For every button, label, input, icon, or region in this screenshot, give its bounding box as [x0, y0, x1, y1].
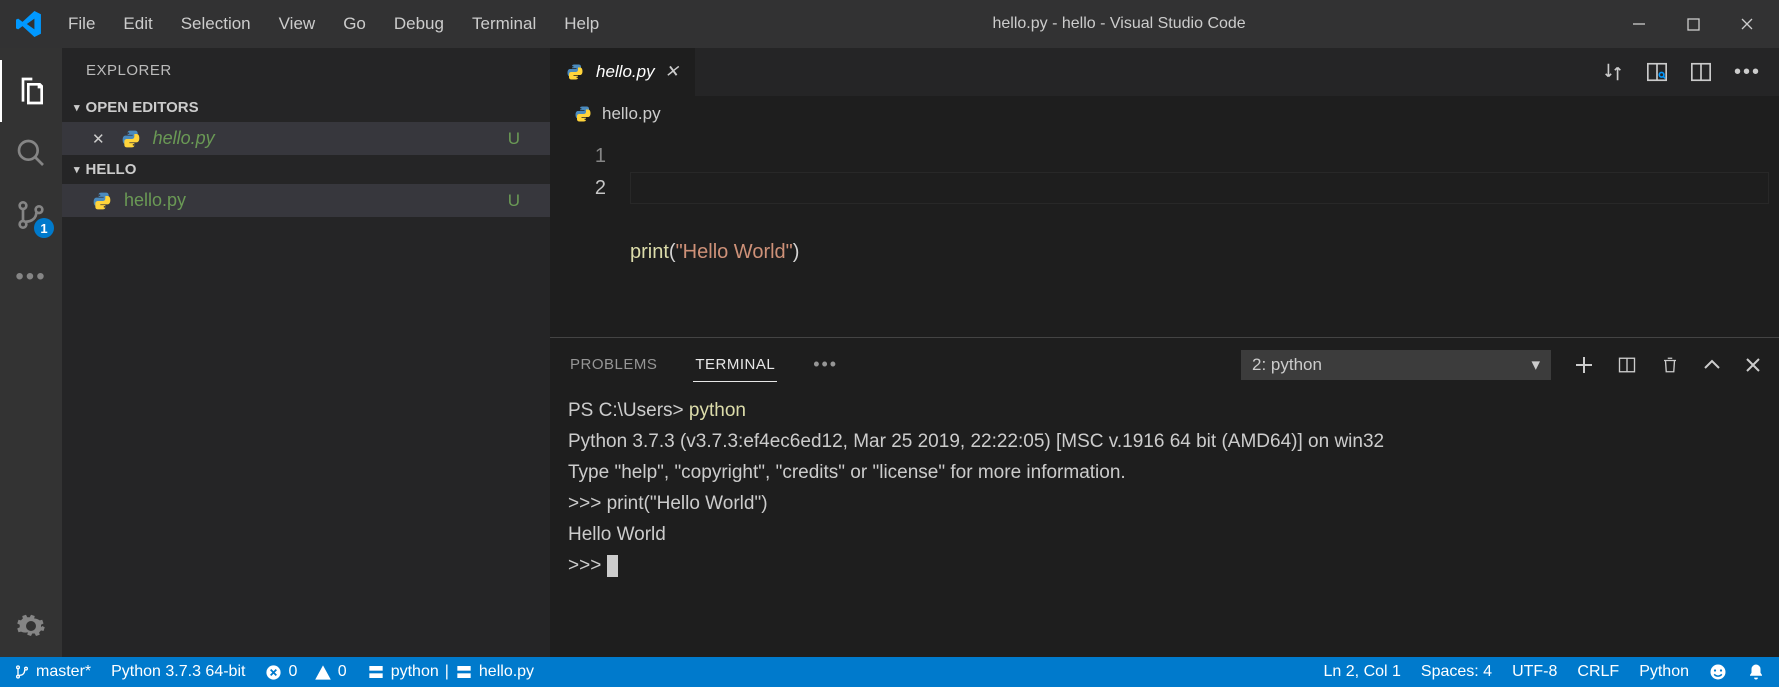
menu-debug[interactable]: Debug	[380, 4, 458, 44]
window-controls	[1625, 10, 1761, 38]
open-editor-name: hello.py	[153, 128, 498, 149]
new-terminal-button[interactable]	[1575, 356, 1593, 374]
section-label: HELLO	[86, 161, 137, 178]
status-branch[interactable]: master*	[14, 663, 91, 681]
smiley-icon	[1709, 663, 1727, 681]
scm-badge: 1	[34, 218, 54, 238]
status-python-env[interactable]: python | hello.py	[367, 663, 534, 681]
bottom-panel: PROBLEMS TERMINAL ••• 2: python PS C:\Us…	[550, 337, 1779, 657]
file-item[interactable]: hello.py U	[62, 184, 550, 217]
split-terminal-button[interactable]	[1617, 356, 1637, 374]
tab-close-button[interactable]: ✕	[665, 62, 679, 82]
split-editor-icon[interactable]	[1690, 61, 1712, 83]
panel-tab-terminal[interactable]: TERMINAL	[693, 348, 777, 382]
close-window-button[interactable]	[1733, 10, 1761, 38]
status-bar: master* Python 3.7.3 64-bit 0 0 python |…	[0, 657, 1779, 687]
python-file-icon	[574, 105, 592, 123]
compare-changes-icon[interactable]	[1602, 61, 1624, 83]
menu-help[interactable]: Help	[550, 4, 613, 44]
sidebar: EXPLORER ▾ OPEN EDITORS ✕ hello.py U ▾ H…	[62, 48, 550, 657]
python-file-icon	[566, 63, 584, 81]
status-problems[interactable]: 0 0	[265, 663, 346, 681]
terminal-content[interactable]: PS C:\Users> python Python 3.7.3 (v3.7.3…	[550, 383, 1779, 657]
section-open-editors[interactable]: ▾ OPEN EDITORS	[62, 93, 550, 122]
more-actions-icon[interactable]: •••	[1734, 61, 1761, 84]
menu-edit[interactable]: Edit	[109, 4, 166, 44]
maximize-button[interactable]	[1679, 10, 1707, 38]
files-icon	[15, 75, 47, 107]
status-notifications[interactable]	[1747, 663, 1765, 681]
panel-tab-problems[interactable]: PROBLEMS	[568, 348, 659, 381]
breadcrumb[interactable]: hello.py	[550, 96, 1779, 132]
ellipsis-icon: •••	[15, 263, 46, 291]
error-icon	[265, 664, 282, 681]
activity-more[interactable]: •••	[0, 246, 62, 308]
warning-icon	[314, 664, 332, 681]
menu-go[interactable]: Go	[329, 4, 380, 44]
python-file-icon	[121, 129, 141, 149]
activity-settings[interactable]	[0, 595, 62, 657]
line-gutter: 1 2	[550, 132, 630, 337]
active-line-highlight	[630, 172, 1769, 204]
status-eol[interactable]: CRLF	[1577, 663, 1619, 681]
python-file-icon	[92, 191, 112, 211]
status-language[interactable]: Python	[1639, 663, 1689, 681]
git-status-untracked: U	[508, 191, 520, 211]
activity-bar: 1 •••	[0, 48, 62, 657]
activity-search[interactable]	[0, 122, 62, 184]
menu-file[interactable]: File	[54, 4, 109, 44]
editor-actions: •••	[1602, 48, 1779, 96]
sidebar-title: EXPLORER	[62, 48, 550, 93]
section-label: OPEN EDITORS	[86, 99, 199, 116]
status-encoding[interactable]: UTF-8	[1512, 663, 1557, 681]
minimize-button[interactable]	[1625, 10, 1653, 38]
menu-bar: File Edit Selection View Go Debug Termin…	[54, 4, 613, 44]
breadcrumb-file: hello.py	[602, 104, 661, 124]
status-indent[interactable]: Spaces: 4	[1421, 663, 1492, 681]
menu-terminal[interactable]: Terminal	[458, 4, 550, 44]
tab-label: hello.py	[596, 62, 655, 82]
editor-area: hello.py ✕ ••• hello.py 1 2 pri	[550, 48, 1779, 657]
server-icon	[367, 664, 385, 680]
kill-terminal-button[interactable]	[1661, 355, 1679, 375]
status-feedback[interactable]	[1709, 663, 1727, 681]
editor-tab[interactable]: hello.py ✕	[550, 48, 695, 96]
status-cursor[interactable]: Ln 2, Col 1	[1324, 663, 1401, 681]
maximize-panel-button[interactable]	[1703, 359, 1721, 371]
code-content[interactable]: print("Hello World")	[630, 132, 1779, 337]
vscode-logo-icon	[14, 9, 44, 39]
file-name: hello.py	[124, 190, 498, 211]
code-editor[interactable]: 1 2 print("Hello World")	[550, 132, 1779, 337]
terminal-cursor	[607, 555, 618, 577]
gear-icon	[16, 611, 46, 641]
activity-scm[interactable]: 1	[0, 184, 62, 246]
title-bar: File Edit Selection View Go Debug Termin…	[0, 0, 1779, 48]
git-status-untracked: U	[508, 129, 520, 149]
open-preview-icon[interactable]	[1646, 61, 1668, 83]
tab-bar: hello.py ✕ •••	[550, 48, 1779, 96]
panel-tabs: PROBLEMS TERMINAL ••• 2: python	[550, 338, 1779, 383]
activity-explorer[interactable]	[0, 60, 62, 122]
menu-view[interactable]: View	[265, 4, 330, 44]
status-interpreter[interactable]: Python 3.7.3 64-bit	[111, 663, 245, 681]
open-editor-item[interactable]: ✕ hello.py U	[62, 122, 550, 155]
server-icon	[455, 664, 473, 680]
chevron-down-icon: ▾	[74, 101, 80, 114]
close-panel-button[interactable]	[1745, 357, 1761, 373]
menu-selection[interactable]: Selection	[167, 4, 265, 44]
search-icon	[15, 137, 47, 169]
terminal-selector[interactable]: 2: python	[1241, 350, 1551, 380]
close-icon[interactable]: ✕	[92, 130, 105, 148]
section-project[interactable]: ▾ HELLO	[62, 155, 550, 184]
bell-icon	[1747, 663, 1765, 681]
panel-tab-more[interactable]: •••	[811, 346, 840, 383]
window-title: hello.py - hello - Visual Studio Code	[613, 15, 1625, 33]
git-branch-icon	[14, 664, 30, 680]
chevron-down-icon: ▾	[74, 163, 80, 176]
